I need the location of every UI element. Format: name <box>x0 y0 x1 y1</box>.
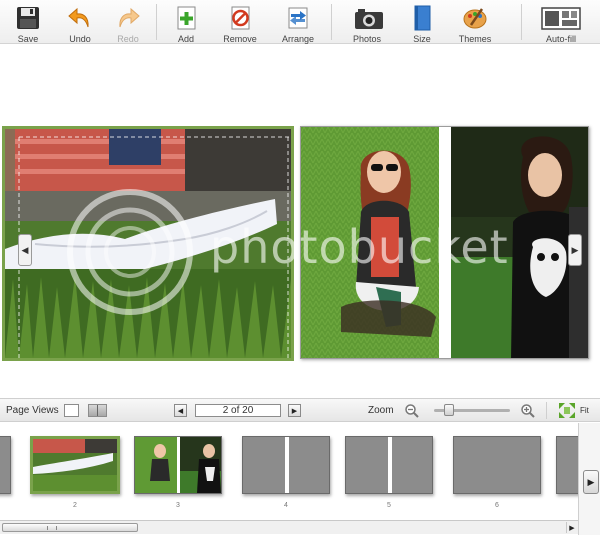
page-number-6: 6 <box>495 502 499 509</box>
page-thumbnail-6[interactable] <box>453 436 541 494</box>
spread-view-button[interactable] <box>88 404 107 417</box>
add-button[interactable]: Add <box>168 0 204 44</box>
page-spine <box>285 437 289 493</box>
fit-icon[interactable] <box>558 402 576 424</box>
zoom-out-icon[interactable] <box>404 403 420 424</box>
redo-button[interactable]: Redo <box>110 0 146 44</box>
previous-page-arrow[interactable]: ◀ <box>18 234 32 266</box>
page-number-4: 4 <box>284 502 288 509</box>
fit-label[interactable]: Fit <box>580 406 589 415</box>
triangle-right-icon: ▶ <box>291 407 298 415</box>
left-page[interactable] <box>2 126 294 361</box>
viewbar-divider <box>546 402 547 419</box>
chevron-right-icon: ▶ <box>571 244 579 255</box>
save-label: Save <box>17 34 39 44</box>
page-indicator[interactable]: 2 of 20 <box>195 404 281 417</box>
undo-button[interactable]: Undo <box>62 0 98 44</box>
save-button[interactable]: Save <box>10 0 46 44</box>
camera-icon <box>354 5 383 31</box>
triangle-right-icon: ▶ <box>569 524 575 532</box>
filmstrip-scrollbar[interactable]: ▶ <box>0 520 578 534</box>
book-size-icon <box>409 5 435 31</box>
zoom-slider-thumb[interactable] <box>444 404 454 416</box>
undo-label: Undo <box>69 34 91 44</box>
page-thumbnail-2[interactable] <box>30 436 120 494</box>
single-page-view-button[interactable] <box>64 404 79 417</box>
chevron-right-icon: ▶ <box>587 476 595 487</box>
redo-arrow-icon <box>115 5 141 31</box>
portraits-thumbnail <box>135 437 221 493</box>
page-number-5: 5 <box>387 502 391 509</box>
themes-label: Themes <box>458 34 492 44</box>
right-page[interactable] <box>300 126 589 359</box>
page-view-bar: Page Views ◀ 2 of 20 ▶ Zoom Fit <box>0 398 600 422</box>
arrange-button[interactable]: Arrange <box>278 0 318 44</box>
next-page-arrow[interactable]: ▶ <box>568 234 582 266</box>
zoom-in-icon[interactable] <box>520 403 536 424</box>
chevron-left-icon: ◀ <box>21 244 29 255</box>
arrange-label: Arrange <box>281 34 315 44</box>
triangle-left-icon: ◀ <box>177 407 184 415</box>
remove-button[interactable]: Remove <box>220 0 260 44</box>
toolbar-divider <box>521 4 522 40</box>
palette-icon <box>462 5 488 31</box>
filmstrip-side-panel: ▶ <box>578 423 600 535</box>
add-page-icon <box>173 5 199 31</box>
page-views-label: Page Views <box>6 405 59 416</box>
spread-divider <box>97 405 98 416</box>
page-thumbnail-4[interactable] <box>242 436 330 494</box>
floppy-disk-icon <box>15 5 41 31</box>
feather-photo <box>5 129 291 358</box>
portrait-photos <box>301 127 588 358</box>
size-button[interactable]: Size <box>405 0 439 44</box>
feather-thumbnail <box>33 439 117 491</box>
scroll-right-arrow[interactable]: ▶ <box>566 522 577 533</box>
add-label: Add <box>177 34 194 44</box>
toolbar-divider <box>331 4 332 40</box>
auto-fill-icon <box>540 5 582 31</box>
remove-icon <box>227 5 253 31</box>
themes-button[interactable]: Themes <box>455 0 495 44</box>
photos-label: Photos <box>352 34 382 44</box>
prev-page-button[interactable]: ◀ <box>174 404 187 417</box>
page-thumbnail-1[interactable] <box>0 436 11 494</box>
undo-arrow-icon <box>67 5 93 31</box>
scrollbar-grip <box>47 526 57 530</box>
auto-fill-button[interactable]: Auto-fill <box>538 0 584 44</box>
scrollbar-thumb[interactable] <box>2 523 138 532</box>
toolbar: Save Undo Redo Add Remove Arrange Photos… <box>0 0 600 44</box>
remove-label: Remove <box>223 34 257 44</box>
book-canvas: photobucket ◀ ▶ <box>0 44 600 398</box>
size-label: Size <box>413 34 431 44</box>
photo-book-editor: Save Undo Redo Add Remove Arrange Photos… <box>0 0 600 535</box>
photos-button[interactable]: Photos <box>348 0 386 44</box>
page-number-3: 3 <box>176 502 180 509</box>
page-thumbnail-5[interactable] <box>345 436 433 494</box>
next-page-button[interactable]: ▶ <box>288 404 301 417</box>
page-spine <box>388 437 392 493</box>
arrange-icon <box>285 5 311 31</box>
zoom-label: Zoom <box>368 405 394 416</box>
page-number-2: 2 <box>73 502 77 509</box>
page-filmstrip: 2 3 4 5 6 <box>0 423 600 535</box>
redo-label: Redo <box>117 34 139 44</box>
auto-fill-label: Auto-fill <box>545 34 576 44</box>
page-thumbnail-3[interactable] <box>134 436 222 494</box>
filmstrip-next-button[interactable]: ▶ <box>583 470 599 494</box>
zoom-slider-track[interactable] <box>434 404 510 416</box>
toolbar-divider <box>156 4 157 40</box>
